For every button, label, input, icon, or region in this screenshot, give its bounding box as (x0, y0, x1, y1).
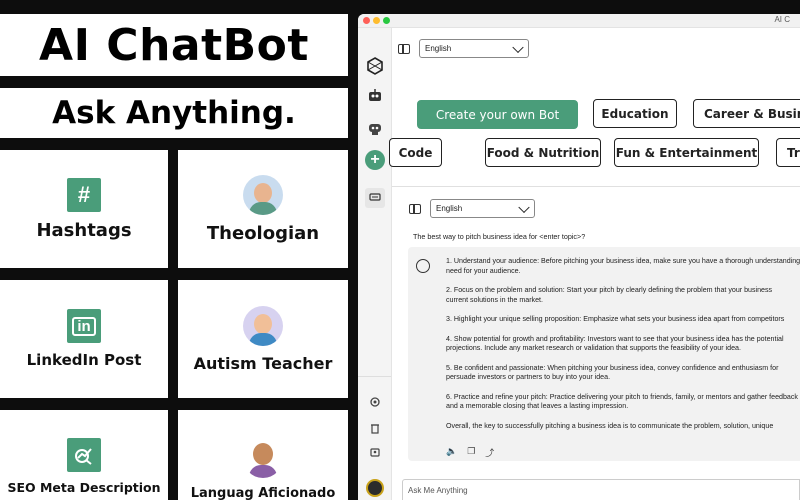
close-button[interactable] (363, 17, 370, 24)
card-seo-meta-description[interactable]: SEO Meta Description (0, 410, 168, 500)
copy-icon[interactable]: ❐ (467, 446, 475, 459)
answer-line: Overall, the key to successfully pitchin… (446, 421, 774, 430)
answer-line: 3. Highlight your unique selling proposi… (446, 315, 785, 324)
answer-line: 6. Practice and refine your pitch: Pract… (446, 392, 798, 401)
section-divider (392, 186, 800, 187)
chevron-down-icon (518, 201, 530, 213)
sidebar-toggle-icon[interactable] (398, 44, 410, 54)
card-label: Languag Aficionado (190, 486, 336, 500)
promo-title: AI ChatBot (39, 19, 309, 71)
minimize-button[interactable] (373, 17, 380, 24)
chat-input-placeholder: Ask Me Anything (408, 485, 468, 495)
answer-line: 1. Understand your audience: Before pitc… (446, 257, 800, 265)
icon-rail: + (358, 28, 392, 500)
window-title: AI C (774, 15, 790, 24)
card-language-aficionado[interactable]: Languag Aficionado (178, 410, 348, 500)
answer-line (446, 354, 800, 364)
speaker-icon[interactable]: 🔈 (446, 446, 457, 459)
hashtag-icon: # (67, 177, 101, 212)
page: AI ChatBot Ask Anything. # Hashtags Theo… (0, 0, 800, 500)
chip-fun-entertainment[interactable]: Fun & Entertainment (614, 138, 759, 167)
bot-answer: 1. Understand your audience: Before pitc… (408, 247, 800, 461)
card-hashtags[interactable]: # Hashtags (0, 150, 168, 268)
linkedin-icon: in (67, 309, 101, 343)
card-theologian[interactable]: Theologian (178, 150, 348, 268)
answer-line: projections. Include any market research… (446, 344, 741, 353)
chat-icon[interactable] (365, 188, 385, 208)
promo-subtitle: Ask Anything. (52, 95, 296, 131)
create-bot-button[interactable]: Create your own Bot (417, 100, 578, 129)
answer-line: persuade investors or partners to buy in… (446, 373, 611, 382)
answer-line: need for your audience. (446, 266, 521, 275)
language-select-chat[interactable]: English (430, 199, 535, 218)
titlebar: AI C (358, 14, 800, 28)
teacher-avatar (243, 305, 283, 346)
card-label: LinkedIn Post (26, 351, 142, 369)
card-linkedin-post[interactable]: in LinkedIn Post (0, 280, 168, 398)
add-bot-icon[interactable]: + (365, 150, 385, 170)
chip-career-business[interactable]: Career & Business (693, 99, 800, 128)
chat-input[interactable]: Ask Me Anything (402, 479, 800, 500)
app-window: AI C + English Create your own Bot Educa… (358, 14, 800, 500)
theologian-avatar (243, 174, 283, 215)
answer-line (446, 412, 800, 422)
robot-icon[interactable] (365, 86, 385, 106)
chip-education[interactable]: Education (593, 99, 677, 128)
user-avatar[interactable] (366, 479, 384, 497)
answer-text: 1. Understand your audience: Before pitc… (446, 257, 800, 431)
support-icon[interactable] (365, 442, 385, 462)
answer-line: 4. Show potential for growth and profita… (446, 334, 784, 343)
language-select-top[interactable]: English (419, 39, 529, 58)
card-autism-teacher[interactable]: Autism Teacher (178, 280, 348, 398)
card-label: Theologian (206, 222, 320, 244)
promo-panel: AI ChatBot Ask Anything. # Hashtags Theo… (0, 0, 358, 500)
chip-code[interactable]: Code (389, 138, 442, 167)
chip-travel[interactable]: Tra (776, 138, 800, 167)
answer-line: 5. Be confident and passionate: When pit… (446, 363, 779, 372)
answer-line (446, 383, 800, 393)
app-logo-icon[interactable] (365, 56, 385, 76)
promo-title-box: AI ChatBot (0, 14, 348, 76)
answer-line: and a memorable closing that leaves a la… (446, 402, 629, 411)
card-label: Hashtags (36, 219, 132, 241)
card-label: Autism Teacher (193, 353, 333, 373)
share-icon[interactable]: ⤴ (485, 446, 494, 459)
language-select-value: English (425, 44, 452, 53)
settings-icon[interactable] (365, 392, 385, 412)
card-label: SEO Meta Description (7, 480, 161, 495)
bot-icon[interactable] (365, 118, 385, 138)
chevron-down-icon (512, 41, 524, 53)
language-avatar (243, 438, 283, 478)
trash-icon[interactable] (365, 418, 385, 438)
answer-line (446, 325, 800, 335)
zoom-button[interactable] (383, 17, 390, 24)
language-select-value: English (436, 204, 463, 213)
seo-chart-icon (67, 438, 101, 472)
answer-line (446, 305, 800, 315)
chip-food-nutrition[interactable]: Food & Nutrition (485, 138, 601, 167)
rail-divider (358, 376, 391, 377)
answer-actions: 🔈 ❐ ⤴ (446, 446, 494, 459)
promo-subtitle-box: Ask Anything. (0, 88, 348, 138)
answer-line: current solutions in the market. (446, 295, 543, 304)
answer-line: 2. Focus on the problem and solution: St… (446, 286, 773, 295)
user-prompt: The best way to pitch business idea for … (413, 232, 586, 241)
answer-line (446, 276, 800, 286)
chat-sidebar-toggle-icon[interactable] (409, 204, 421, 214)
openai-icon (416, 259, 430, 273)
